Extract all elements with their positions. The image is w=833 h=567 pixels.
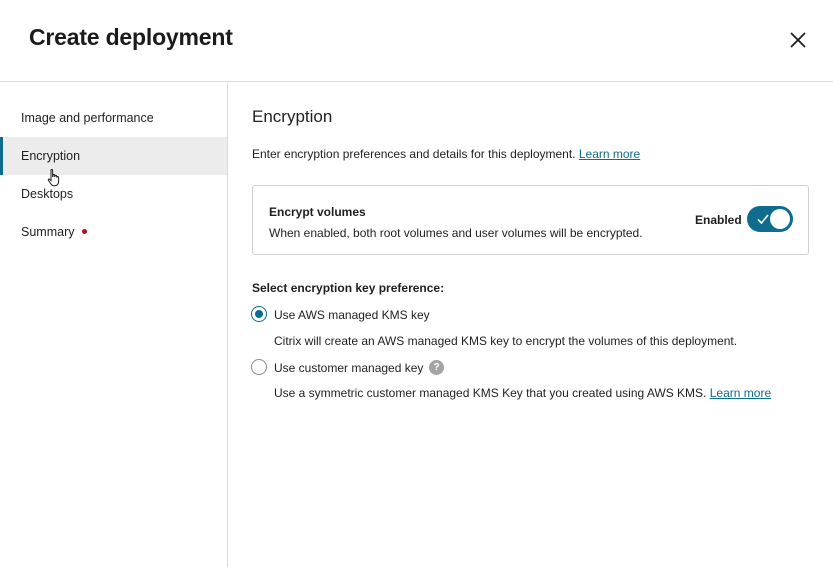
incomplete-indicator-dot bbox=[82, 229, 88, 234]
encrypt-volumes-toggle[interactable] bbox=[747, 206, 793, 232]
encrypt-volumes-card: Encrypt volumes When enabled, both root … bbox=[252, 185, 809, 255]
main-panel: Encryption Enter encryption preferences … bbox=[229, 83, 833, 567]
dialog-header: Create deployment bbox=[0, 0, 833, 82]
help-icon[interactable]: ? bbox=[429, 360, 444, 375]
sidebar-item-label: Summary bbox=[21, 225, 75, 239]
learn-more-link[interactable]: Learn more bbox=[710, 386, 771, 400]
card-description: When enabled, both root volumes and user… bbox=[269, 226, 643, 240]
close-icon[interactable] bbox=[785, 27, 811, 53]
sidebar-item-desktops[interactable]: Desktops bbox=[0, 175, 227, 213]
customer-managed-key-label[interactable]: Use customer managed key bbox=[274, 361, 423, 375]
aws-managed-key-description: Citrix will create an AWS managed KMS ke… bbox=[274, 334, 738, 348]
sidebar-item-summary[interactable]: Summary bbox=[0, 213, 227, 251]
checkmark-icon bbox=[757, 214, 769, 225]
hand-pointer-cursor-icon bbox=[47, 169, 60, 187]
sidebar-item-label: Encryption bbox=[21, 149, 81, 163]
learn-more-link[interactable]: Learn more bbox=[579, 147, 640, 161]
close-button[interactable] bbox=[785, 27, 811, 53]
toggle-knob bbox=[770, 209, 790, 229]
aws-managed-key-radio[interactable] bbox=[251, 306, 267, 322]
sidebar-item-image-and-performance[interactable]: Image and performance bbox=[0, 99, 227, 137]
customer-managed-key-radio[interactable] bbox=[251, 359, 267, 375]
intro-description: Enter encryption preferences and details… bbox=[252, 147, 576, 161]
dialog-title: Create deployment bbox=[29, 24, 233, 50]
intro-text: Enter encryption preferences and details… bbox=[252, 147, 640, 161]
sidebar-item-label: Image and performance bbox=[21, 111, 154, 125]
wizard-sidebar: Image and performance Encryption Desktop… bbox=[0, 83, 228, 567]
card-title: Encrypt volumes bbox=[269, 205, 366, 219]
key-preference-label: Select encryption key preference: bbox=[252, 281, 445, 295]
customer-key-description-text: Use a symmetric customer managed KMS Key… bbox=[274, 386, 707, 400]
customer-managed-key-description: Use a symmetric customer managed KMS Key… bbox=[274, 386, 771, 400]
section-title: Encryption bbox=[252, 107, 333, 126]
toggle-status-label: Enabled bbox=[695, 213, 742, 227]
aws-managed-key-label[interactable]: Use AWS managed KMS key bbox=[274, 308, 430, 322]
sidebar-item-label: Desktops bbox=[21, 187, 74, 201]
sidebar-item-encryption[interactable]: Encryption bbox=[0, 137, 227, 175]
